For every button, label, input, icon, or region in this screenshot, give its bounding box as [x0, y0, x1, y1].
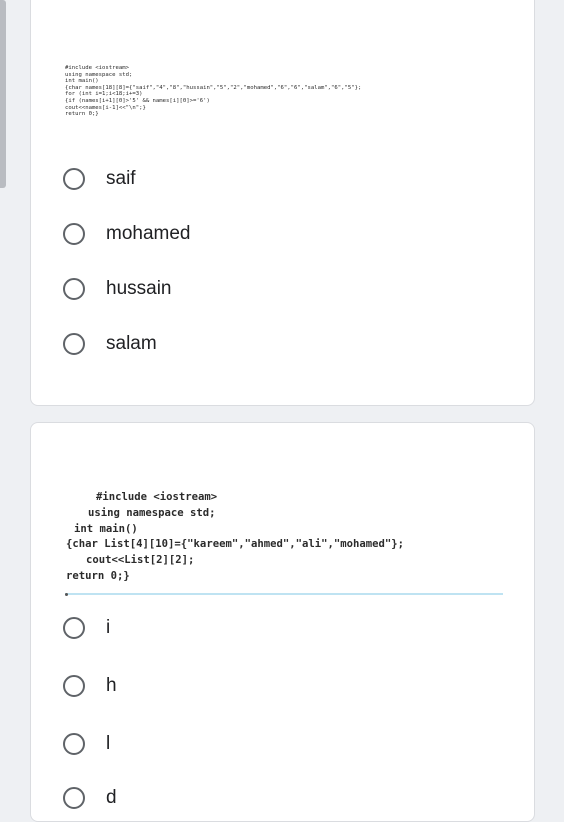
option-label: i [106, 617, 111, 638]
code-line: int main() [74, 522, 138, 535]
option-label: salam [106, 333, 157, 354]
question-card-1: #include <iostream> using namespace std; i… [30, 0, 535, 406]
code-snippet-2: #include <iostream> using namespace std; i… [66, 490, 404, 585]
code-line: {if (names[i+1][0]>'5' && names[i][0]>='… [65, 97, 210, 104]
option-h[interactable]: h [63, 671, 117, 701]
code-line: cout<<names[i-1]<<"\n";} [65, 104, 146, 111]
code-line: return 0;} [65, 111, 99, 118]
radio-button[interactable] [63, 675, 85, 697]
option-salam[interactable]: salam [63, 329, 157, 359]
option-d[interactable]: d [63, 783, 117, 813]
option-label: d [106, 787, 117, 808]
option-i[interactable]: i [63, 613, 110, 643]
option-hussain[interactable]: hussain [63, 274, 172, 304]
radio-button[interactable] [63, 733, 85, 755]
divider [65, 593, 503, 595]
radio-button[interactable] [63, 223, 85, 245]
question-card-2: #include <iostream> using namespace std; i… [30, 422, 535, 822]
code-line: #include <iostream> [96, 491, 218, 503]
divider-dot [65, 593, 68, 596]
option-label: l [106, 733, 111, 754]
code-line: #include <iostream> [65, 65, 129, 71]
option-label: h [106, 675, 117, 696]
option-label: saif [106, 168, 136, 189]
code-line: using namespace std; [88, 506, 216, 519]
code-line: {char names[18][8]={"saif","4","8","huss… [65, 84, 362, 91]
code-line: int main() [65, 78, 99, 85]
option-label: mohamed [106, 223, 191, 244]
option-mohamed[interactable]: mohamed [63, 219, 191, 249]
radio-button[interactable] [63, 333, 85, 355]
option-label: hussain [106, 278, 172, 299]
radio-button[interactable] [63, 278, 85, 300]
code-line: using namespace std; [65, 71, 133, 78]
radio-button[interactable] [63, 168, 85, 190]
radio-button[interactable] [63, 617, 85, 639]
radio-button[interactable] [63, 787, 85, 809]
option-l[interactable]: l [63, 729, 110, 759]
code-line: for (int i=1;i<18;i+=3) [65, 91, 143, 98]
code-line: cout<<List[2][2]; [86, 554, 195, 567]
code-line: {char List[4][10]={"kareem","ahmed","ali… [66, 538, 405, 551]
code-snippet-1: #include <iostream> using namespace std; i… [65, 65, 361, 118]
option-saif[interactable]: saif [63, 164, 136, 194]
scrollbar[interactable] [0, 0, 6, 188]
code-line: return 0;} [66, 569, 130, 582]
